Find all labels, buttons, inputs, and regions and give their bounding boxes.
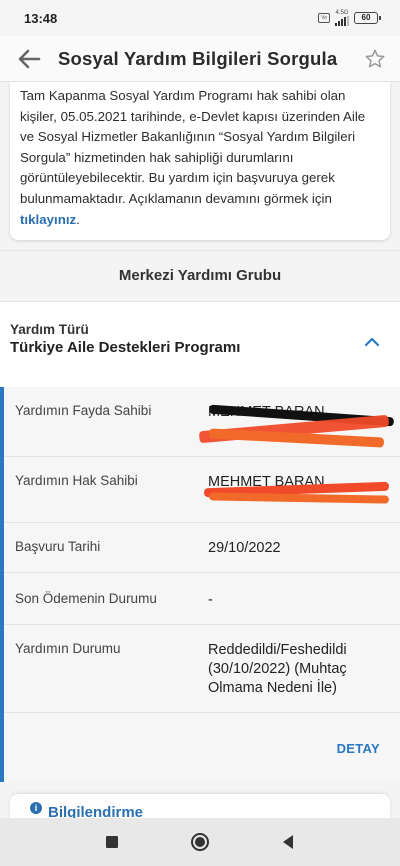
info-card: Tam Kapanma Sosyal Yardım Programı hak s… bbox=[10, 82, 390, 240]
aid-type-header[interactable]: Yardım Türü Türkiye Aile Destekleri Prog… bbox=[0, 302, 400, 388]
system-nav-bar bbox=[0, 818, 400, 866]
detail-value: Reddedildi/Feshedildi (30/10/2022) (Muht… bbox=[208, 642, 347, 696]
favorite-button[interactable] bbox=[350, 36, 400, 82]
status-time: 13:48 bbox=[24, 10, 58, 26]
info-section-card[interactable]: i Bilgilendirme bbox=[10, 794, 390, 818]
star-icon bbox=[365, 49, 385, 67]
back-button[interactable] bbox=[0, 36, 58, 82]
info-text: Tam Kapanma Sosyal Yardım Programı hak s… bbox=[20, 88, 366, 227]
main-content: Tam Kapanma Sosyal Yardım Programı hak s… bbox=[0, 82, 400, 818]
aid-type-value: Türkiye Aile Destekleri Programı bbox=[10, 339, 241, 356]
detail-value: - bbox=[208, 592, 213, 608]
aid-type-section: Yardım Türü Türkiye Aile Destekleri Prog… bbox=[0, 301, 400, 388]
battery-icon: 60 bbox=[354, 12, 381, 24]
status-bar: 13:48 Vo 4.5G 60 bbox=[0, 0, 400, 36]
status-icons: Vo 4.5G 60 bbox=[318, 10, 381, 26]
detail-row-application-date: Başvuru Tarihi 29/10/2022 bbox=[4, 523, 400, 573]
detail-row-last-payment: Son Ödemenin Durumu - bbox=[4, 573, 400, 625]
network-indicator: 4.5G bbox=[335, 10, 349, 26]
aid-type-label: Yardım Türü bbox=[10, 322, 89, 337]
detail-row-status: Yardımın Durumu Reddedildi/Feshedildi (3… bbox=[4, 625, 400, 713]
info-section-title: Bilgilendirme bbox=[48, 804, 144, 818]
volte-icon: Vo bbox=[318, 13, 330, 23]
detail-label: Başvuru Tarihi bbox=[15, 539, 101, 554]
detail-label: Yardımın Fayda Sahibi bbox=[15, 403, 152, 418]
signal-icon bbox=[335, 16, 349, 26]
detail-value: 29/10/2022 bbox=[208, 540, 281, 556]
chevron-up-icon[interactable] bbox=[364, 336, 380, 348]
detail-label: Son Ödemenin Durumu bbox=[15, 591, 157, 606]
detail-button[interactable]: DETAY bbox=[337, 741, 380, 756]
info-link[interactable]: tıklayınız bbox=[20, 212, 76, 227]
home-icon[interactable] bbox=[190, 832, 210, 852]
page-title: Sosyal Yardım Bilgileri Sorgula bbox=[58, 47, 338, 69]
detail-label: Yardımın Durumu bbox=[15, 641, 121, 656]
back-arrow-icon bbox=[18, 49, 41, 68]
app-bar: Sosyal Yardım Bilgileri Sorgula bbox=[0, 36, 400, 82]
group-title: Merkezi Yardımı Grubu bbox=[0, 250, 400, 300]
info-icon: i bbox=[30, 802, 42, 814]
recent-apps-icon[interactable] bbox=[105, 835, 119, 849]
aid-details: Yardımın Fayda Sahibi MEHMET BARAN Yardı… bbox=[0, 387, 400, 782]
detail-label: Yardımın Hak Sahibi bbox=[15, 473, 138, 488]
back-nav-icon[interactable] bbox=[281, 834, 295, 850]
